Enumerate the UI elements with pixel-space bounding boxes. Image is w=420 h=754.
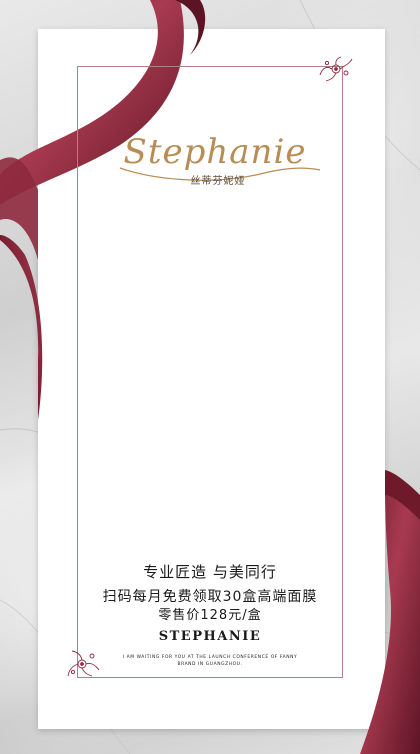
tagline-primary: 专业匠造 与美同行	[143, 563, 277, 581]
tagline-offer: 扫码每月免费领取30盒高端面膜	[102, 589, 318, 605]
fine-print-line-1: I AM WAITING FOR YOU AT THE LAUNCH CONFE…	[122, 655, 298, 660]
brand-wordmark: STEPHANIE	[158, 629, 262, 644]
brand-chinese-name: 丝蒂芬妮娅	[190, 176, 246, 187]
tagline-price: 零售价128元/盒	[158, 608, 262, 623]
fine-print-line-2: BRAND IN GUANGZHOU.	[177, 662, 243, 667]
floral-ornament-icon	[319, 56, 353, 82]
